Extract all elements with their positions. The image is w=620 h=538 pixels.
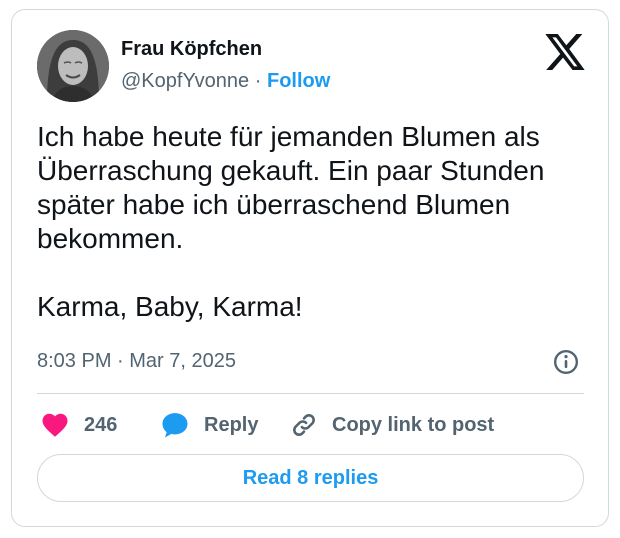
reply-button[interactable]: Reply bbox=[160, 408, 258, 442]
speech-bubble-icon bbox=[162, 413, 188, 438]
divider bbox=[37, 393, 584, 394]
tweet-text: Ich habe heute für jemanden Blumen als Ü… bbox=[37, 120, 597, 324]
tweet-card: Frau Köpfchen @KopfYvonne · Follow Ich h… bbox=[11, 9, 609, 527]
tweet-timestamp[interactable]: 8:03 PM · Mar 7, 2025 bbox=[37, 350, 236, 373]
copy-link-button[interactable]: Copy link to post bbox=[290, 408, 494, 442]
like-button[interactable]: 246 bbox=[40, 408, 117, 442]
link-icon bbox=[293, 414, 315, 436]
avatar-photo bbox=[37, 30, 109, 102]
tweet-paragraph: Karma, Baby, Karma! bbox=[37, 291, 303, 322]
author-handle-row: @KopfYvonne · Follow bbox=[121, 70, 330, 93]
like-count: 246 bbox=[84, 413, 118, 436]
handle-separator: · bbox=[254, 70, 262, 92]
follow-link[interactable]: Follow bbox=[267, 70, 330, 92]
heart-icon bbox=[42, 413, 68, 437]
reply-label: Reply bbox=[204, 413, 259, 436]
copy-link-label: Copy link to post bbox=[332, 413, 495, 436]
read-replies-button[interactable]: Read 8 replies bbox=[37, 454, 584, 502]
author-display-name[interactable]: Frau Köpfchen bbox=[121, 38, 262, 61]
info-icon[interactable] bbox=[553, 349, 579, 375]
tweet-paragraph: Ich habe heute für jemanden Blumen als Ü… bbox=[37, 121, 545, 254]
author-avatar[interactable] bbox=[37, 30, 109, 102]
author-handle[interactable]: @KopfYvonne bbox=[121, 70, 249, 92]
x-logo-icon[interactable] bbox=[545, 34, 585, 70]
